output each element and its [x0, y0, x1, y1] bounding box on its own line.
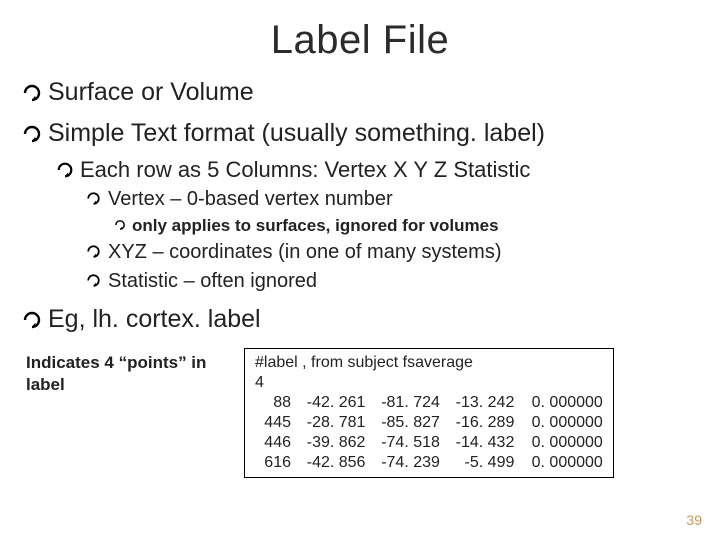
cell-stat: 0. 000000 [519, 393, 603, 413]
bullet-columns: Each row as 5 Columns: Vertex X Y Z Stat… [56, 156, 698, 295]
bullet-example: Eg, lh. cortex. label [22, 304, 698, 335]
cell-z: -5. 499 [444, 453, 514, 473]
bullet-text: Simple Text format (usually something. l… [48, 119, 545, 147]
cell-x: -42. 261 [295, 393, 365, 413]
file-row: 445 -28. 781 -85. 827 -16. 289 0. 000000 [255, 413, 603, 433]
cell-vtx: 616 [255, 453, 291, 473]
bullet-text: Eg, lh. cortex. label [48, 305, 261, 333]
file-row: 616 -42. 856 -74. 239 -5. 499 0. 000000 [255, 453, 603, 473]
slide-title: Label File [22, 18, 698, 63]
bullet-vertex-note: only applies to surfaces, ignored for vo… [114, 215, 698, 236]
cell-z: -13. 242 [444, 393, 514, 413]
label-file-box: #label , from subject fsaverage 4 88 -42… [244, 348, 614, 478]
cell-y: -74. 518 [370, 433, 440, 453]
cell-y: -81. 724 [370, 393, 440, 413]
bullet-text: Statistic – often ignored [108, 270, 317, 292]
cell-stat: 0. 000000 [519, 413, 603, 433]
bullet-list: Surface or Volume Simple Text format (us… [22, 77, 698, 336]
cell-vtx: 446 [255, 433, 291, 453]
cell-stat: 0. 000000 [519, 453, 603, 473]
bullet-text: only applies to surfaces, ignored for vo… [132, 216, 499, 235]
example-row: Indicates 4 “points” in label #label , f… [26, 348, 698, 478]
bullet-xyz: XYZ – coordinates (in one of many system… [86, 240, 698, 265]
bullet-surface-or-volume: Surface or Volume [22, 77, 698, 108]
file-count: 4 [255, 373, 603, 393]
page-number: 39 [686, 512, 702, 528]
cell-y: -85. 827 [370, 413, 440, 433]
cell-x: -28. 781 [295, 413, 365, 433]
cell-vtx: 445 [255, 413, 291, 433]
cell-y: -74. 239 [370, 453, 440, 473]
example-caption: Indicates 4 “points” in label [26, 348, 226, 396]
cell-z: -14. 432 [444, 433, 514, 453]
cell-z: -16. 289 [444, 413, 514, 433]
bullet-statistic: Statistic – often ignored [86, 269, 698, 294]
slide: Label File Surface or Volume Simple Text… [0, 0, 720, 540]
file-header: #label , from subject fsaverage [255, 353, 603, 373]
file-row: 446 -39. 862 -74. 518 -14. 432 0. 000000 [255, 433, 603, 453]
bullet-text: XYZ – coordinates (in one of many system… [108, 241, 502, 263]
cell-x: -39. 862 [295, 433, 365, 453]
bullet-text: Surface or Volume [48, 78, 254, 106]
bullet-text-format: Simple Text format (usually something. l… [22, 118, 698, 294]
cell-x: -42. 856 [295, 453, 365, 473]
cell-vtx: 88 [255, 393, 291, 413]
bullet-text: Each row as 5 Columns: Vertex X Y Z Stat… [80, 157, 530, 182]
bullet-text: Vertex – 0-based vertex number [108, 188, 393, 210]
file-row: 88 -42. 261 -81. 724 -13. 242 0. 000000 [255, 393, 603, 413]
bullet-vertex: Vertex – 0-based vertex number only appl… [86, 187, 698, 236]
cell-stat: 0. 000000 [519, 433, 603, 453]
